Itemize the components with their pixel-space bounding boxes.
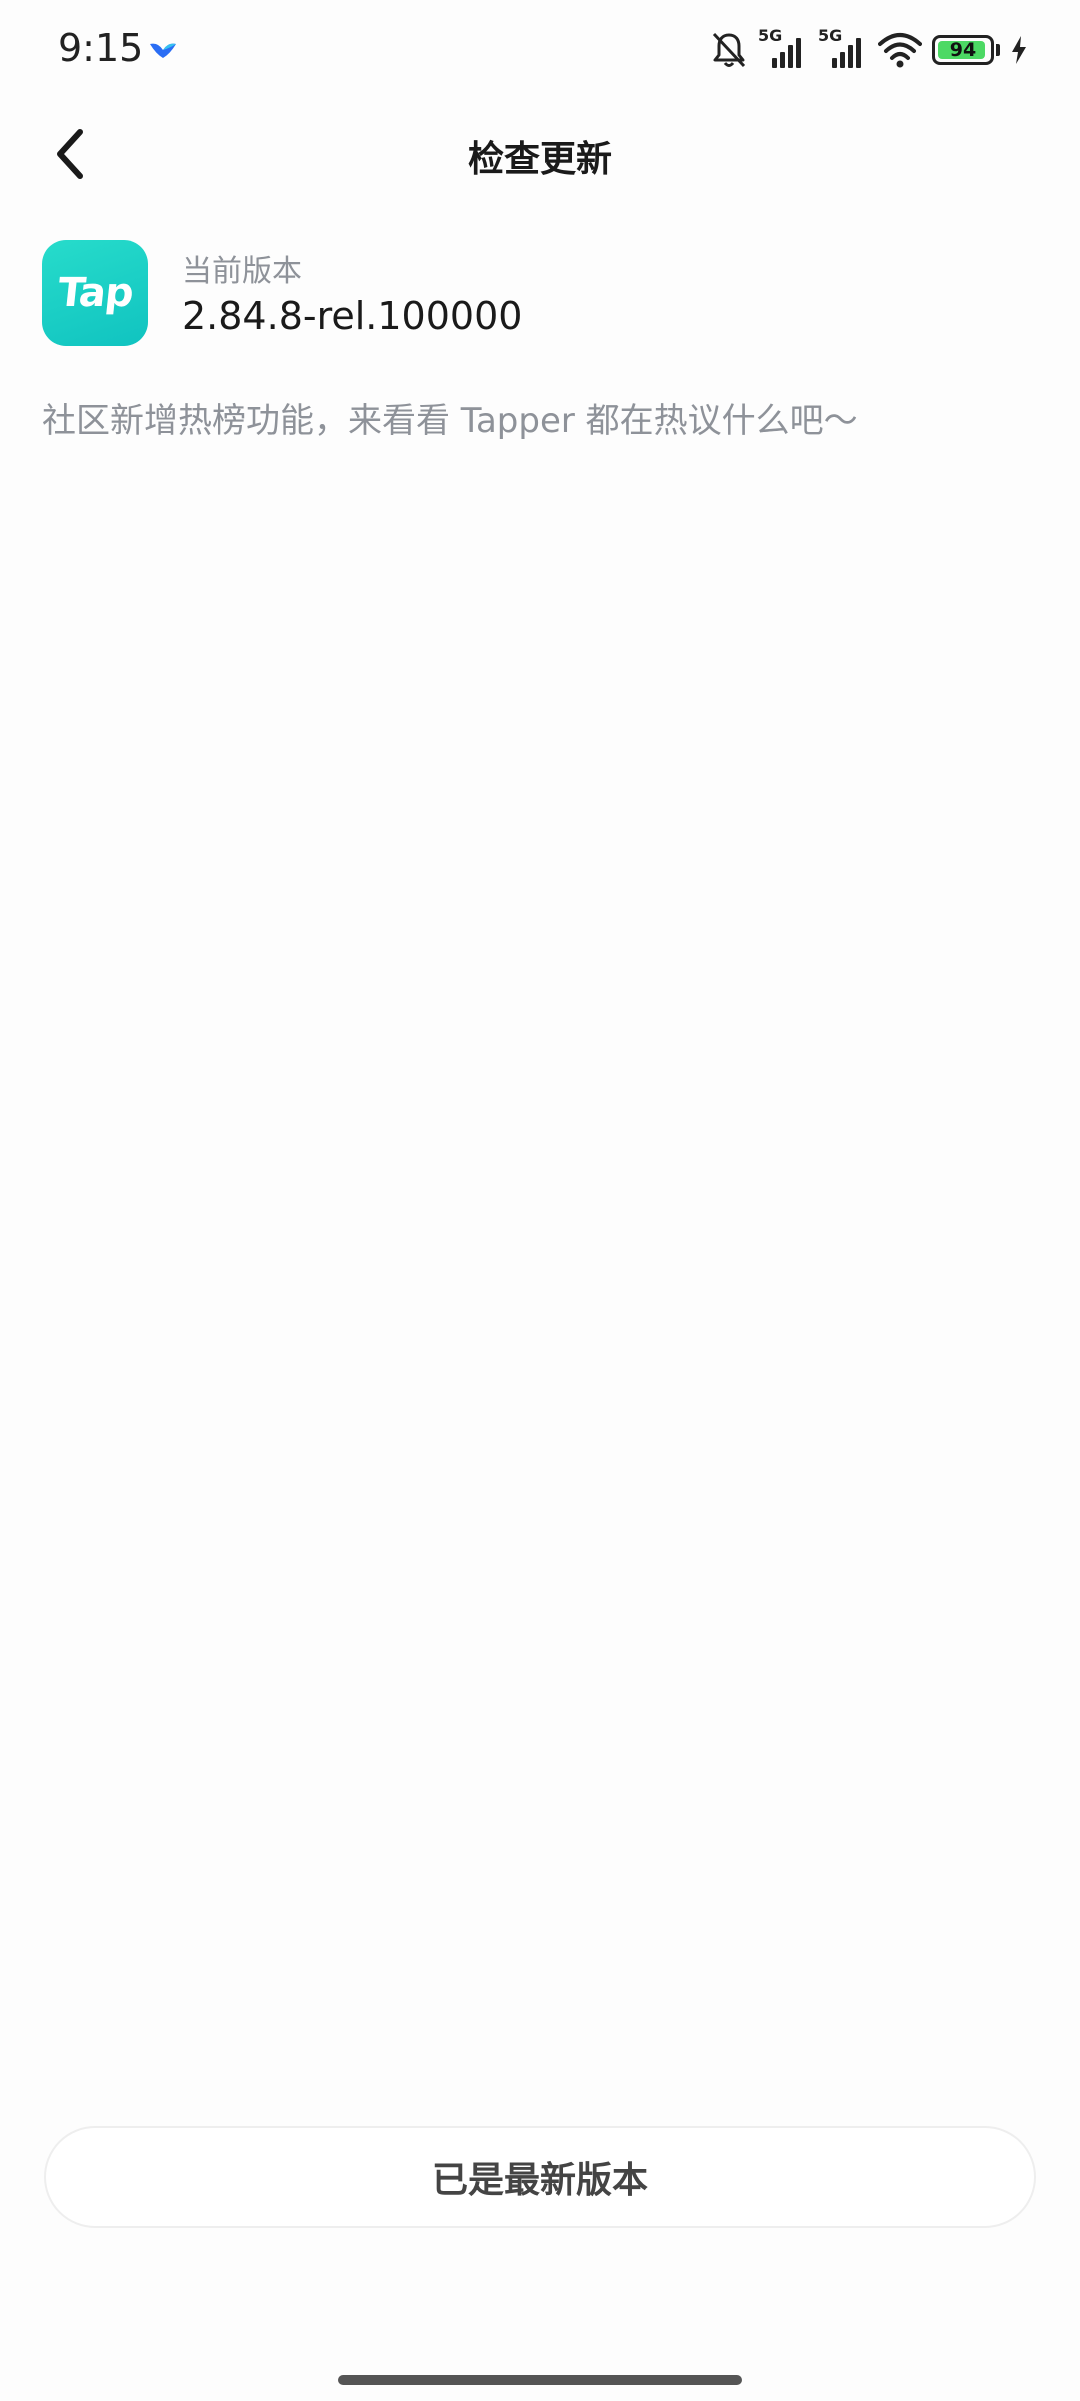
app-logo-text: Tap [55, 270, 135, 316]
battery-nub [996, 44, 1000, 56]
bell-muted-icon [710, 30, 748, 70]
app-version-info: Tap 当前版本 2.84.8-rel.100000 [42, 240, 1042, 350]
app-logo: Tap [42, 240, 148, 346]
version-label: 当前版本 [182, 254, 302, 289]
version-value: 2.84.8-rel.100000 [182, 294, 523, 338]
wifi-icon [878, 32, 922, 68]
home-indicator[interactable] [338, 2375, 742, 2385]
status-icons: 5G 5G 94 [710, 26, 1028, 72]
signal-5g-icon-2: 5G [818, 26, 868, 70]
page-title: 检查更新 [467, 139, 612, 180]
status-bar: 9:15 5G 5G 94 [0, 0, 1080, 100]
charging-icon [1010, 35, 1028, 65]
status-time: 9:15 [58, 26, 144, 70]
battery-icon: 94 [932, 35, 994, 65]
signal-5g-icon-1: 5G [758, 26, 808, 70]
network-type-label-1: 5G [758, 26, 783, 45]
release-notes: 社区新增热榜功能，来看看 Tapper 都在热议什么吧～ [42, 401, 858, 441]
network-type-label-2: 5G [818, 26, 843, 45]
bird-notification-icon [148, 38, 178, 62]
battery-level: 94 [949, 38, 977, 61]
up-to-date-button[interactable]: 已是最新版本 [44, 2126, 1036, 2228]
header: 检查更新 [0, 110, 1080, 202]
